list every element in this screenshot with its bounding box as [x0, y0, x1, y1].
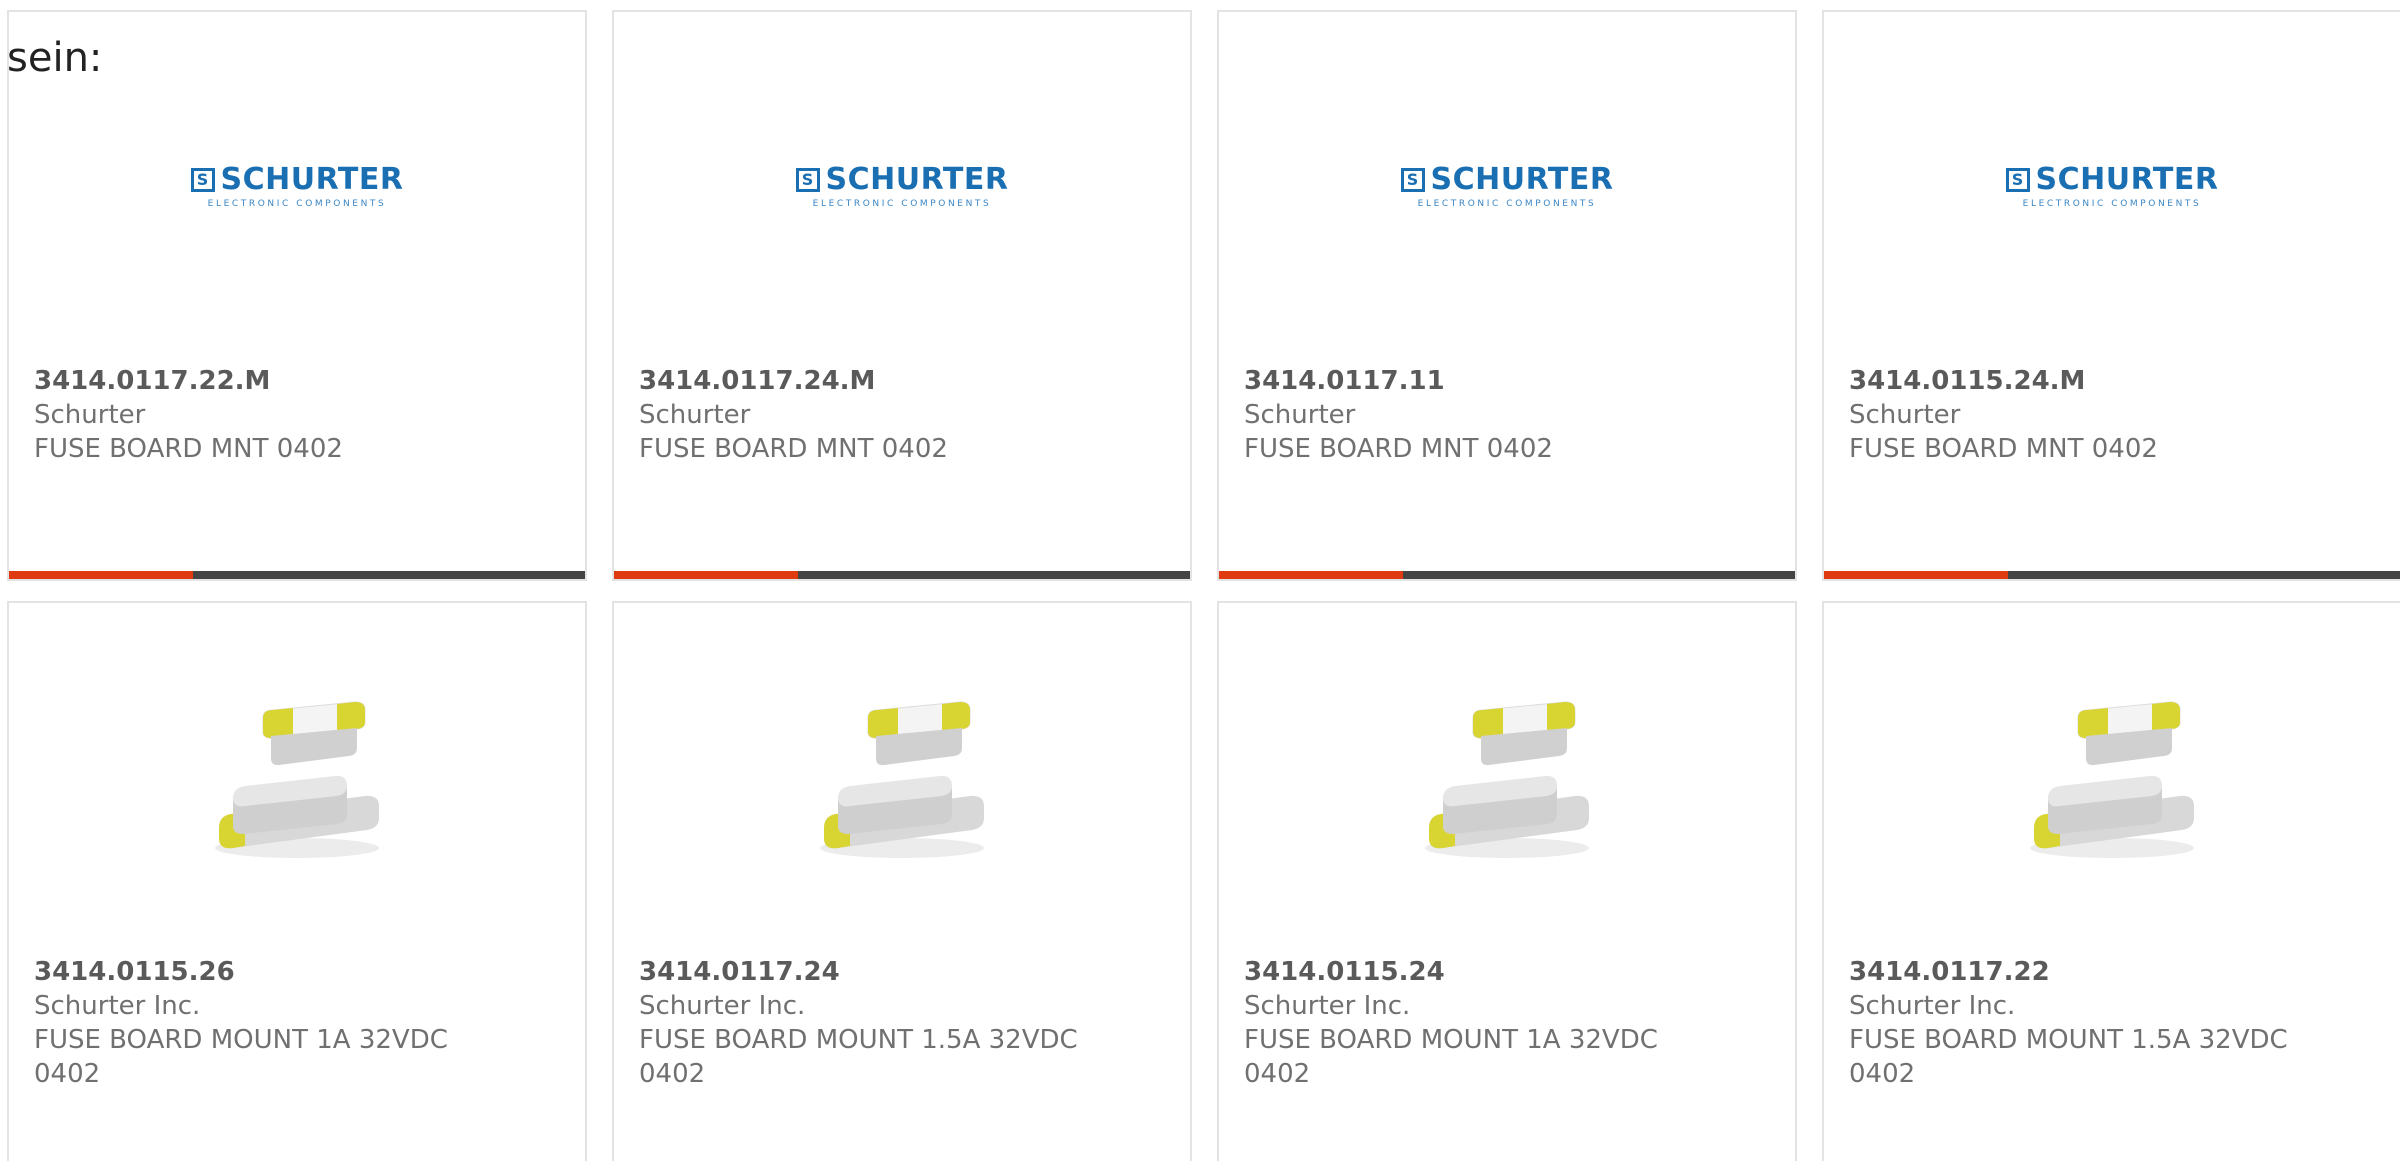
intro-text: sein: [7, 35, 103, 81]
progress-fill [9, 571, 194, 579]
logo-mark-icon: S [1400, 168, 1425, 192]
card-progress-bar [9, 571, 585, 579]
logo-subtitle: ELECTRONIC COMPONENTS [2022, 199, 2202, 209]
logo-subtitle: ELECTRONIC COMPONENTS [207, 199, 387, 209]
part-number-link[interactable]: 3414.0117.24.M [639, 364, 1165, 398]
manufacturer: Schurter Inc. [639, 991, 806, 1021]
part-number-link[interactable]: 3414.0115.26 [34, 955, 560, 989]
product-info: 3414.0117.22.M Schurter FUSE BOARD MNT 0… [34, 364, 560, 466]
progress-fill [614, 571, 799, 579]
product-info: 3414.0115.24 Schurter Inc. FUSE BOARD MO… [1244, 955, 1770, 1091]
product-image[interactable]: S SCHURTER ELECTRONIC COMPONENTS [9, 157, 585, 217]
part-number-link[interactable]: 3414.0117.22 [1849, 955, 2375, 989]
product-image[interactable] [1219, 673, 1795, 883]
smd-fuse-icon [1425, 701, 1589, 858]
product-info: 3414.0117.22 Schurter Inc. FUSE BOARD MO… [1849, 955, 2375, 1091]
product-info: 3414.0115.24.M Schurter FUSE BOARD MNT 0… [1849, 364, 2375, 466]
logo-mark-icon: S [190, 168, 215, 192]
product-card[interactable]: 3414.0115.26 Schurter Inc. FUSE BOARD MO… [7, 601, 587, 1161]
product-card[interactable]: S SCHURTER ELECTRONIC COMPONENTS 3414.01… [612, 10, 1192, 581]
part-number-link[interactable]: 3414.0117.24 [639, 955, 1165, 989]
smd-fuse-icon [820, 701, 984, 858]
product-info: 3414.0115.26 Schurter Inc. FUSE BOARD MO… [34, 955, 560, 1091]
product-card[interactable]: 3414.0117.24 Schurter Inc. FUSE BOARD MO… [612, 601, 1192, 1161]
product-image[interactable]: S SCHURTER ELECTRONIC COMPONENTS [1824, 157, 2400, 217]
manufacturer: Schurter Inc. [1244, 991, 1411, 1021]
schurter-logo: S SCHURTER ELECTRONIC COMPONENTS [1400, 162, 1614, 209]
manufacturer: Schurter Inc. [1849, 991, 2016, 1021]
product-image[interactable] [1824, 673, 2400, 883]
product-description: FUSE BOARD MOUNT 1A 32VDC 0402 [1244, 1025, 1658, 1089]
product-description: FUSE BOARD MNT 0402 [639, 434, 948, 464]
product-card[interactable]: 3414.0117.22 Schurter Inc. FUSE BOARD MO… [1822, 601, 2400, 1161]
card-progress-bar [614, 571, 1190, 579]
page: sein: S SCHURTER ELECTRONIC COMPONENTS 3… [0, 0, 2400, 1161]
product-card[interactable]: S SCHURTER ELECTRONIC COMPONENTS 3414.01… [1822, 10, 2400, 581]
manufacturer: Schurter [1244, 400, 1356, 430]
product-grid: S SCHURTER ELECTRONIC COMPONENTS 3414.01… [7, 10, 2400, 1161]
manufacturer: Schurter [639, 400, 751, 430]
progress-fill [1219, 571, 1404, 579]
product-description: FUSE BOARD MOUNT 1.5A 32VDC 0402 [639, 1025, 1078, 1089]
part-number-link[interactable]: 3414.0115.24.M [1849, 364, 2375, 398]
logo-name: SCHURTER [2035, 162, 2219, 197]
card-progress-bar [1824, 571, 2400, 579]
logo-name: SCHURTER [825, 162, 1009, 197]
product-description: FUSE BOARD MOUNT 1.5A 32VDC 0402 [1849, 1025, 2288, 1089]
product-description: FUSE BOARD MNT 0402 [34, 434, 343, 464]
part-number-link[interactable]: 3414.0117.22.M [34, 364, 560, 398]
part-number-link[interactable]: 3414.0117.11 [1244, 364, 1770, 398]
schurter-logo: S SCHURTER ELECTRONIC COMPONENTS [190, 162, 404, 209]
logo-name: SCHURTER [220, 162, 404, 197]
manufacturer: Schurter Inc. [34, 991, 201, 1021]
logo-name: SCHURTER [1430, 162, 1614, 197]
product-image[interactable]: S SCHURTER ELECTRONIC COMPONENTS [1219, 157, 1795, 217]
logo-subtitle: ELECTRONIC COMPONENTS [1417, 199, 1597, 209]
product-description: FUSE BOARD MNT 0402 [1244, 434, 1553, 464]
card-progress-bar [1219, 571, 1795, 579]
product-card[interactable]: S SCHURTER ELECTRONIC COMPONENTS 3414.01… [7, 10, 587, 581]
product-card[interactable]: S SCHURTER ELECTRONIC COMPONENTS 3414.01… [1217, 10, 1797, 581]
product-info: 3414.0117.24 Schurter Inc. FUSE BOARD MO… [639, 955, 1165, 1091]
product-image[interactable] [614, 673, 1190, 883]
product-card[interactable]: 3414.0115.24 Schurter Inc. FUSE BOARD MO… [1217, 601, 1797, 1161]
logo-subtitle: ELECTRONIC COMPONENTS [812, 199, 992, 209]
smd-fuse-icon [215, 701, 379, 858]
manufacturer: Schurter [34, 400, 146, 430]
schurter-logo: S SCHURTER ELECTRONIC COMPONENTS [2005, 162, 2219, 209]
product-info: 3414.0117.11 Schurter FUSE BOARD MNT 040… [1244, 364, 1770, 466]
product-image[interactable] [9, 673, 585, 883]
part-number-link[interactable]: 3414.0115.24 [1244, 955, 1770, 989]
product-info: 3414.0117.24.M Schurter FUSE BOARD MNT 0… [639, 364, 1165, 466]
product-image[interactable]: S SCHURTER ELECTRONIC COMPONENTS [614, 157, 1190, 217]
schurter-logo: S SCHURTER ELECTRONIC COMPONENTS [795, 162, 1009, 209]
smd-fuse-icon [2030, 701, 2194, 858]
progress-fill [1824, 571, 2009, 579]
product-description: FUSE BOARD MOUNT 1A 32VDC 0402 [34, 1025, 448, 1089]
logo-mark-icon: S [795, 168, 820, 192]
manufacturer: Schurter [1849, 400, 1961, 430]
product-description: FUSE BOARD MNT 0402 [1849, 434, 2158, 464]
logo-mark-icon: S [2005, 168, 2030, 192]
